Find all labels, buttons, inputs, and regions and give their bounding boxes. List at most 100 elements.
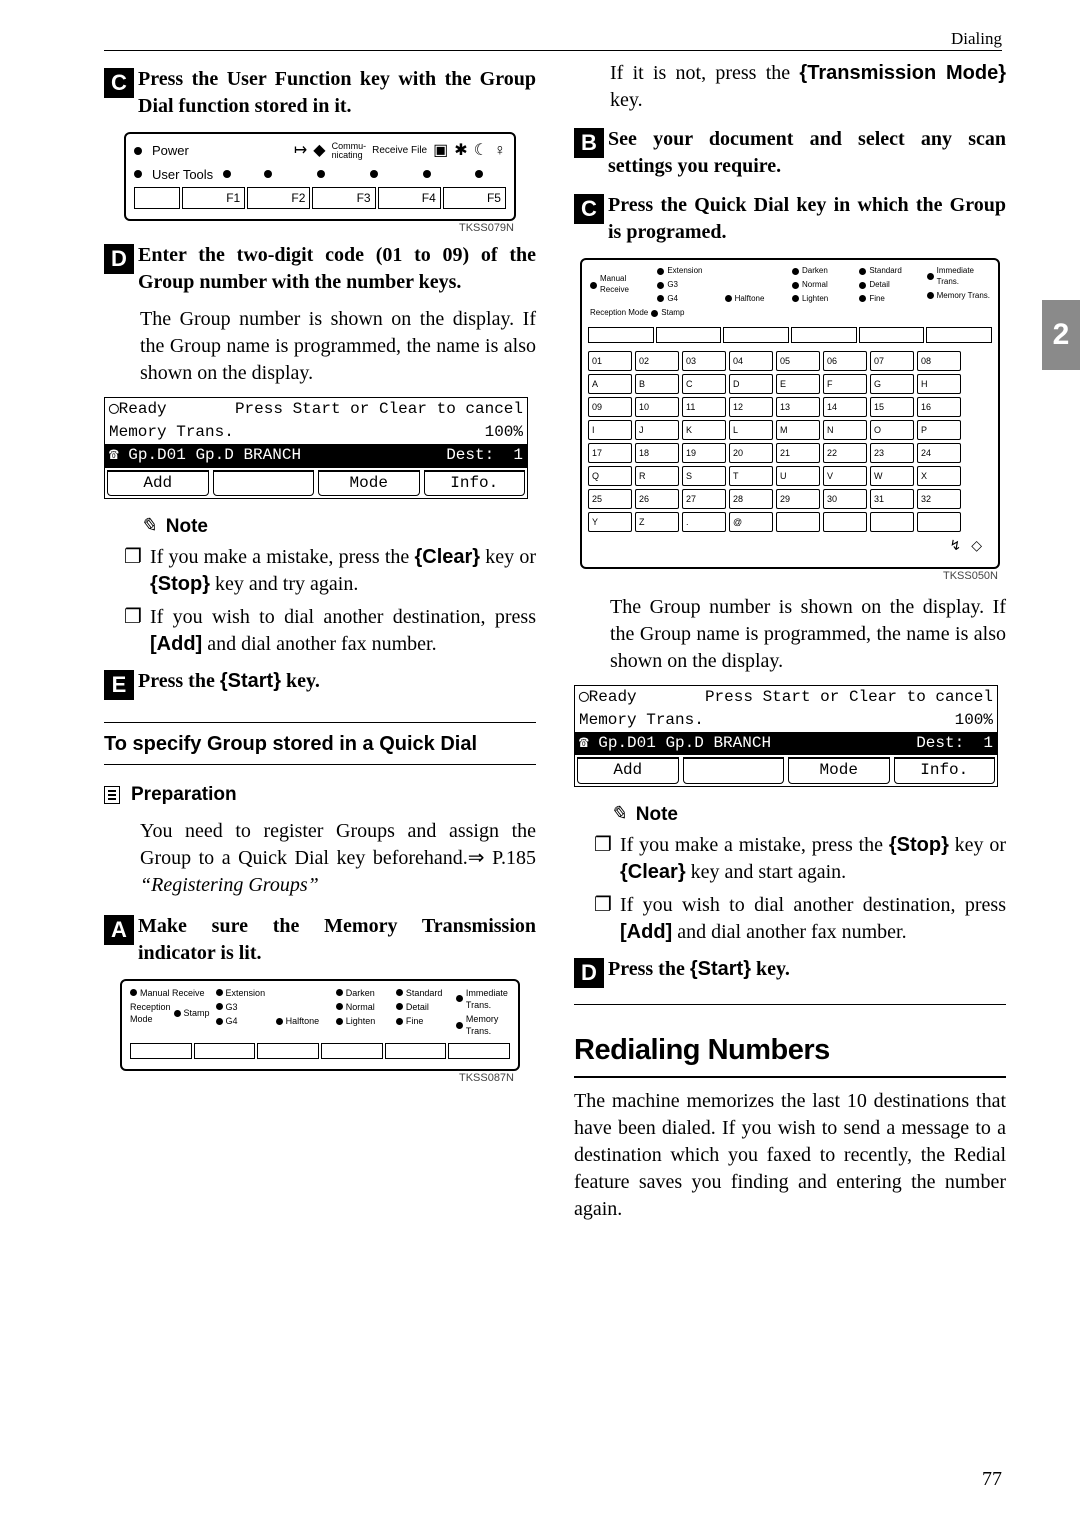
panel-button[interactable] — [859, 327, 925, 343]
quick-dial-key[interactable]: 32 — [917, 489, 961, 509]
quick-dial-key[interactable]: D — [729, 374, 773, 394]
quick-dial-key[interactable]: L — [729, 420, 773, 440]
quick-dial-key[interactable]: 16 — [917, 397, 961, 417]
f1-button[interactable]: F1 — [182, 187, 245, 209]
quick-dial-key[interactable]: 20 — [729, 443, 773, 463]
panel-button[interactable] — [194, 1043, 256, 1059]
quick-dial-key[interactable]: W — [870, 466, 914, 486]
pencil-icon: ✎ — [610, 803, 627, 825]
quick-dial-key[interactable]: I — [588, 420, 632, 440]
quick-dial-key[interactable]: 28 — [729, 489, 773, 509]
lcd-blank-button[interactable] — [213, 470, 315, 496]
quick-dial-key[interactable]: 11 — [682, 397, 726, 417]
f3-button[interactable]: F3 — [312, 187, 375, 209]
quick-dial-key[interactable]: 27 — [682, 489, 726, 509]
quick-dial-key[interactable]: S — [682, 466, 726, 486]
quick-dial-key[interactable]: V — [823, 466, 867, 486]
quick-dial-key[interactable]: C — [682, 374, 726, 394]
quick-dial-key[interactable] — [776, 512, 820, 532]
quick-dial-key[interactable]: U — [776, 466, 820, 486]
quick-dial-key[interactable]: 03 — [682, 351, 726, 371]
quick-dial-key[interactable]: Z — [635, 512, 679, 532]
lcd-add-button[interactable]: Add — [107, 470, 209, 496]
quick-dial-key[interactable]: 04 — [729, 351, 773, 371]
quick-dial-key[interactable]: 05 — [776, 351, 820, 371]
quick-dial-key[interactable]: E — [776, 374, 820, 394]
quick-dial-key[interactable]: 29 — [776, 489, 820, 509]
quick-dial-key[interactable]: 18 — [635, 443, 679, 463]
panel-button[interactable] — [926, 327, 992, 343]
user-tools-button[interactable] — [134, 187, 180, 209]
quick-dial-key[interactable]: @ — [729, 512, 773, 532]
quick-dial-key[interactable]: 23 — [870, 443, 914, 463]
quick-dial-key[interactable]: Q — [588, 466, 632, 486]
quick-dial-key[interactable]: A — [588, 374, 632, 394]
scroll-left-icon[interactable]: ↯ — [949, 538, 961, 557]
quick-dial-key[interactable]: 26 — [635, 489, 679, 509]
night-icon: ☾ — [474, 140, 488, 162]
f5-button[interactable]: F5 — [443, 187, 506, 209]
lcd-display-left: ◯ReadyPress Start or Clear to cancel Mem… — [104, 397, 528, 499]
quick-dial-key[interactable]: 17 — [588, 443, 632, 463]
quick-dial-key[interactable]: M — [776, 420, 820, 440]
quick-dial-key[interactable]: 15 — [870, 397, 914, 417]
lcd-mode-button[interactable]: Mode — [788, 757, 890, 783]
quick-dial-key[interactable]: 30 — [823, 489, 867, 509]
quick-dial-key[interactable]: 01 — [588, 351, 632, 371]
quick-dial-key[interactable]: Y — [588, 512, 632, 532]
quick-dial-key[interactable]: P — [917, 420, 961, 440]
panel-button[interactable] — [321, 1043, 383, 1059]
chapter-side-tab: 2 — [1042, 300, 1080, 370]
quick-dial-key[interactable]: J — [635, 420, 679, 440]
quick-dial-key[interactable]: H — [917, 374, 961, 394]
panel-button[interactable] — [385, 1043, 447, 1059]
quick-dial-key[interactable]: 19 — [682, 443, 726, 463]
quick-dial-key[interactable] — [823, 512, 867, 532]
quick-dial-key[interactable]: O — [870, 420, 914, 440]
f4-button[interactable]: F4 — [378, 187, 441, 209]
f2-button[interactable]: F2 — [247, 187, 310, 209]
quick-dial-key[interactable]: T — [729, 466, 773, 486]
lcd-blank-button[interactable] — [683, 757, 785, 783]
quick-dial-key[interactable]: 13 — [776, 397, 820, 417]
lcd-info-button[interactable]: Info. — [424, 470, 526, 496]
quick-dial-key[interactable]: 14 — [823, 397, 867, 417]
quick-dial-key[interactable]: 08 — [917, 351, 961, 371]
quick-dial-key[interactable]: R — [635, 466, 679, 486]
panel-button[interactable] — [656, 327, 722, 343]
quick-dial-key[interactable]: 25 — [588, 489, 632, 509]
quick-dial-key[interactable]: N — [823, 420, 867, 440]
quick-dial-key[interactable]: K — [682, 420, 726, 440]
panel-button[interactable] — [791, 327, 857, 343]
panel-button[interactable] — [257, 1043, 319, 1059]
quick-dial-key[interactable]: 21 — [776, 443, 820, 463]
panel-button[interactable] — [130, 1043, 192, 1059]
quick-dial-key[interactable]: G — [870, 374, 914, 394]
quick-dial-key[interactable]: B — [635, 374, 679, 394]
quick-dial-key[interactable]: 10 — [635, 397, 679, 417]
panel-button[interactable] — [448, 1043, 510, 1059]
lcd-info-button[interactable]: Info. — [894, 757, 996, 783]
quick-dial-key[interactable]: X — [917, 466, 961, 486]
quick-dial-key[interactable] — [917, 512, 961, 532]
quick-dial-key[interactable] — [870, 512, 914, 532]
quick-dial-key[interactable]: 31 — [870, 489, 914, 509]
quick-dial-key[interactable]: F — [823, 374, 867, 394]
panel-button[interactable] — [588, 327, 654, 343]
pencil-icon: ✎ — [140, 515, 157, 537]
quick-dial-key[interactable]: 24 — [917, 443, 961, 463]
lcd-mode-button[interactable]: Mode — [318, 470, 420, 496]
quick-dial-key[interactable]: 22 — [823, 443, 867, 463]
panel-button[interactable] — [723, 327, 789, 343]
quick-dial-key[interactable]: 06 — [823, 351, 867, 371]
led-icon — [216, 1018, 223, 1025]
quick-dial-key[interactable]: 12 — [729, 397, 773, 417]
led-icon — [725, 295, 732, 302]
quick-dial-key[interactable]: 07 — [870, 351, 914, 371]
led-icon — [657, 268, 664, 275]
lcd-add-button[interactable]: Add — [577, 757, 679, 783]
quick-dial-key[interactable]: . — [682, 512, 726, 532]
scroll-right-icon[interactable]: ◇ — [971, 538, 982, 557]
quick-dial-key[interactable]: 09 — [588, 397, 632, 417]
quick-dial-key[interactable]: 02 — [635, 351, 679, 371]
